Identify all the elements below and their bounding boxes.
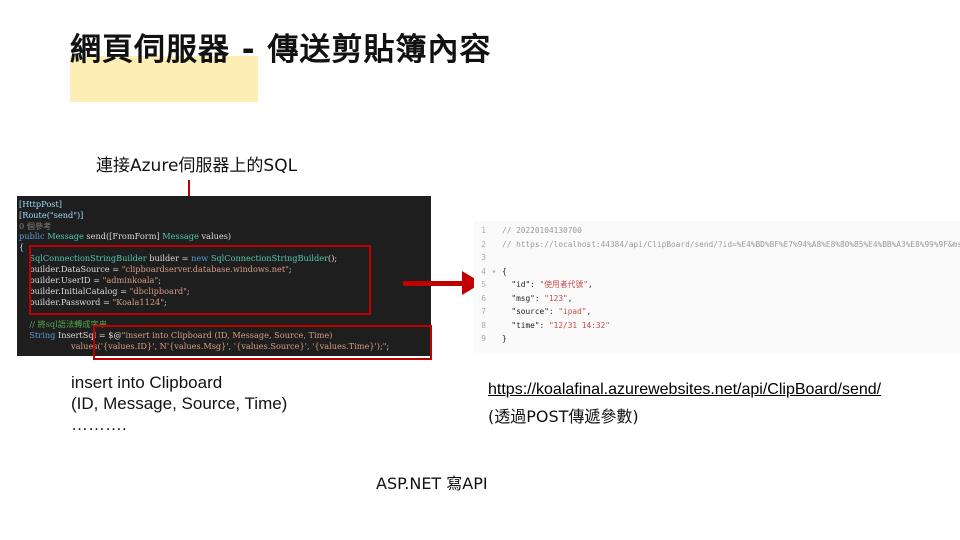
line-number: 7 — [481, 307, 486, 316]
api-url-note: (透過POST傳遞參數) — [488, 407, 639, 426]
title-block: 網頁伺服器 - 傳送剪貼簿內容 — [70, 26, 492, 102]
code-token: [Route("send")] — [19, 210, 84, 220]
json-line: 3 — [474, 251, 502, 265]
code-token: 0 個參考 — [19, 221, 52, 231]
json-line: 4 ▾{ — [474, 265, 507, 279]
json-token: , — [567, 293, 573, 303]
json-token: // 20220104130700 — [502, 226, 582, 235]
json-token: "ipad" — [558, 307, 587, 316]
line-number: 1 — [481, 226, 486, 235]
json-token: , — [586, 307, 592, 316]
code-token: { — [19, 242, 25, 252]
json-token: "time": — [502, 320, 549, 330]
line-number: 9 — [481, 334, 486, 343]
slide-title: 網頁伺服器 - 傳送剪貼簿內容 — [70, 32, 492, 68]
code-line: [HttpPost] — [19, 199, 62, 209]
code-token: [HttpPost] — [19, 199, 62, 209]
json-line: 8 "time": "12/31 14:32" — [474, 319, 610, 333]
connection-code-highlight-box — [29, 245, 371, 315]
code-line: 0 個參考 — [19, 221, 51, 231]
json-token: } — [502, 334, 507, 343]
json-token: "msg": — [502, 293, 545, 303]
code-token: Message — [47, 231, 87, 241]
json-line: 9} — [474, 332, 507, 346]
code-line: public Message send([FromForm] Message v… — [19, 231, 231, 241]
fold-toggle-icon[interactable]: ▾ — [486, 265, 502, 279]
json-line: 7 "source": "ipad", — [474, 305, 591, 319]
json-token: "使用者代號" — [539, 280, 588, 289]
footer-caption: ASP.NET 寫API — [376, 474, 488, 493]
arrow-right-icon — [403, 281, 465, 286]
line-number: 8 — [481, 320, 486, 330]
json-token: // https://localhost:44384/api/ClipBoard… — [502, 239, 960, 249]
json-token: "id": — [502, 280, 540, 289]
code-line: { — [19, 242, 24, 252]
line-number: 3 — [481, 253, 486, 262]
code-line: [Route("send")] — [19, 210, 83, 220]
code-token: Message — [162, 231, 202, 241]
insert-caption-line-3: ………. — [71, 415, 127, 434]
insert-caption-line-2: (ID, Message, Source, Time) — [71, 394, 288, 413]
sql-connection-caption: 連接Azure伺服器上的SQL — [96, 156, 298, 176]
json-line: 6 "msg": "123", — [474, 292, 572, 306]
code-token: public — [19, 231, 48, 241]
json-token: { — [502, 266, 507, 276]
insert-caption-line-1: insert into Clipboard — [71, 373, 223, 392]
json-line: 1 // 20220104130700 — [474, 224, 582, 238]
line-number: 6 — [481, 293, 486, 303]
code-token: send([FromForm] — [86, 231, 163, 241]
json-response-screenshot: 1 // 20220104130700 2 // https://localhost:… — [474, 221, 960, 353]
code-token: values) — [201, 231, 232, 241]
api-url-link[interactable]: https://koalafinal.azurewebsites.net/api… — [488, 381, 881, 399]
json-token: "123" — [544, 293, 568, 303]
code-token: String — [19, 330, 58, 340]
json-line: 5 "id": "使用者代號", — [474, 278, 593, 292]
line-number: 5 — [481, 280, 486, 289]
line-number: 2 — [481, 239, 486, 249]
json-token: "source": — [502, 307, 559, 316]
insert-sql-caption: insert into Clipboard (ID, Message, Sour… — [71, 372, 287, 435]
json-token: , — [587, 280, 593, 289]
line-number: 4 — [481, 266, 486, 276]
insert-sql-highlight-box — [93, 325, 432, 360]
json-token: "12/31 14:32" — [548, 320, 610, 330]
json-line: 2 // https://localhost:44384/api/ClipBoar… — [474, 238, 960, 252]
